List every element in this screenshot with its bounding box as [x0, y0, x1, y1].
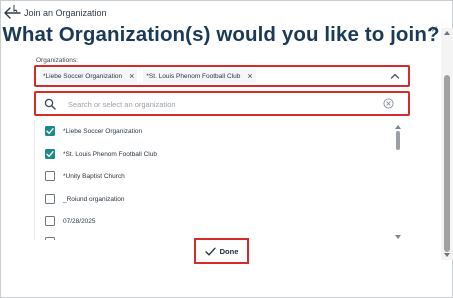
scroll-down-arrow-icon[interactable] [443, 252, 451, 258]
selected-chip: *St. Louis Phenom Football Club × [143, 69, 256, 83]
page-title: What Organization(s) would you like to j… [2, 23, 440, 46]
scroll-up-arrow-icon[interactable] [394, 124, 402, 130]
page-scroll-thumb[interactable] [444, 75, 450, 252]
list-scroll-thumb[interactable] [396, 131, 400, 150]
option-label: 07/28/2025 [63, 217, 96, 225]
list-item[interactable] [35, 234, 55, 240]
option-label: _Roiund organization [63, 195, 125, 203]
search-input[interactable] [68, 97, 368, 111]
checkmark-icon [46, 151, 54, 158]
list-scrollbar[interactable] [393, 124, 403, 242]
list-item[interactable]: 07/28/2025 [35, 213, 96, 229]
done-label: Done [219, 246, 239, 256]
checkbox-unchecked[interactable] [45, 216, 55, 226]
checkbox-unchecked[interactable] [45, 237, 55, 240]
scroll-down-arrow-icon[interactable] [394, 234, 402, 240]
organizations-label: Organizations: [36, 57, 78, 64]
checkbox-unchecked[interactable] [45, 171, 55, 181]
list-item[interactable]: *Unity Baptist Church [35, 168, 125, 184]
option-label: *Liebe Soccer Organization [63, 127, 143, 135]
selected-organizations-field[interactable]: *Liebe Soccer Organization × *St. Louis … [34, 65, 410, 87]
chip-label: *St. Louis Phenom Football Club [146, 72, 241, 80]
search-icon [44, 98, 56, 110]
page-scrollbar[interactable] [441, 28, 453, 260]
chip-label: *Liebe Soccer Organization [43, 72, 123, 80]
back-label[interactable]: Join an Organization [24, 8, 107, 18]
chip-remove-icon[interactable]: × [247, 71, 252, 81]
back-arrow-icon[interactable] [3, 4, 23, 22]
checkbox-unchecked[interactable] [45, 194, 55, 204]
done-button[interactable]: Done [194, 238, 249, 264]
option-label: *Unity Baptist Church [63, 172, 125, 180]
list-item[interactable]: *St. Louis Phenom Football Club [35, 146, 157, 162]
chip-remove-icon[interactable]: × [129, 71, 134, 81]
list-item[interactable]: *Liebe Soccer Organization [35, 123, 142, 139]
list-item[interactable]: _Roiund organization [35, 191, 124, 207]
checkmark-icon [204, 247, 216, 256]
checkbox-checked[interactable] [45, 126, 55, 136]
selected-chip: *Liebe Soccer Organization × [40, 69, 138, 83]
checkbox-checked[interactable] [45, 149, 55, 159]
search-field[interactable] [34, 91, 410, 116]
scroll-up-arrow-icon[interactable] [443, 30, 451, 36]
join-organization-dialog: Join an Organization × What Organization… [0, 0, 453, 298]
option-label: *St. Louis Phenom Football Club [63, 150, 157, 158]
chevron-up-icon[interactable] [390, 70, 400, 82]
back-nav[interactable]: Join an Organization [3, 4, 107, 22]
organization-options-list: *Liebe Soccer Organization *St. Louis Ph… [34, 120, 406, 240]
clear-circle-icon[interactable] [383, 98, 394, 109]
checkmark-icon [46, 128, 54, 135]
